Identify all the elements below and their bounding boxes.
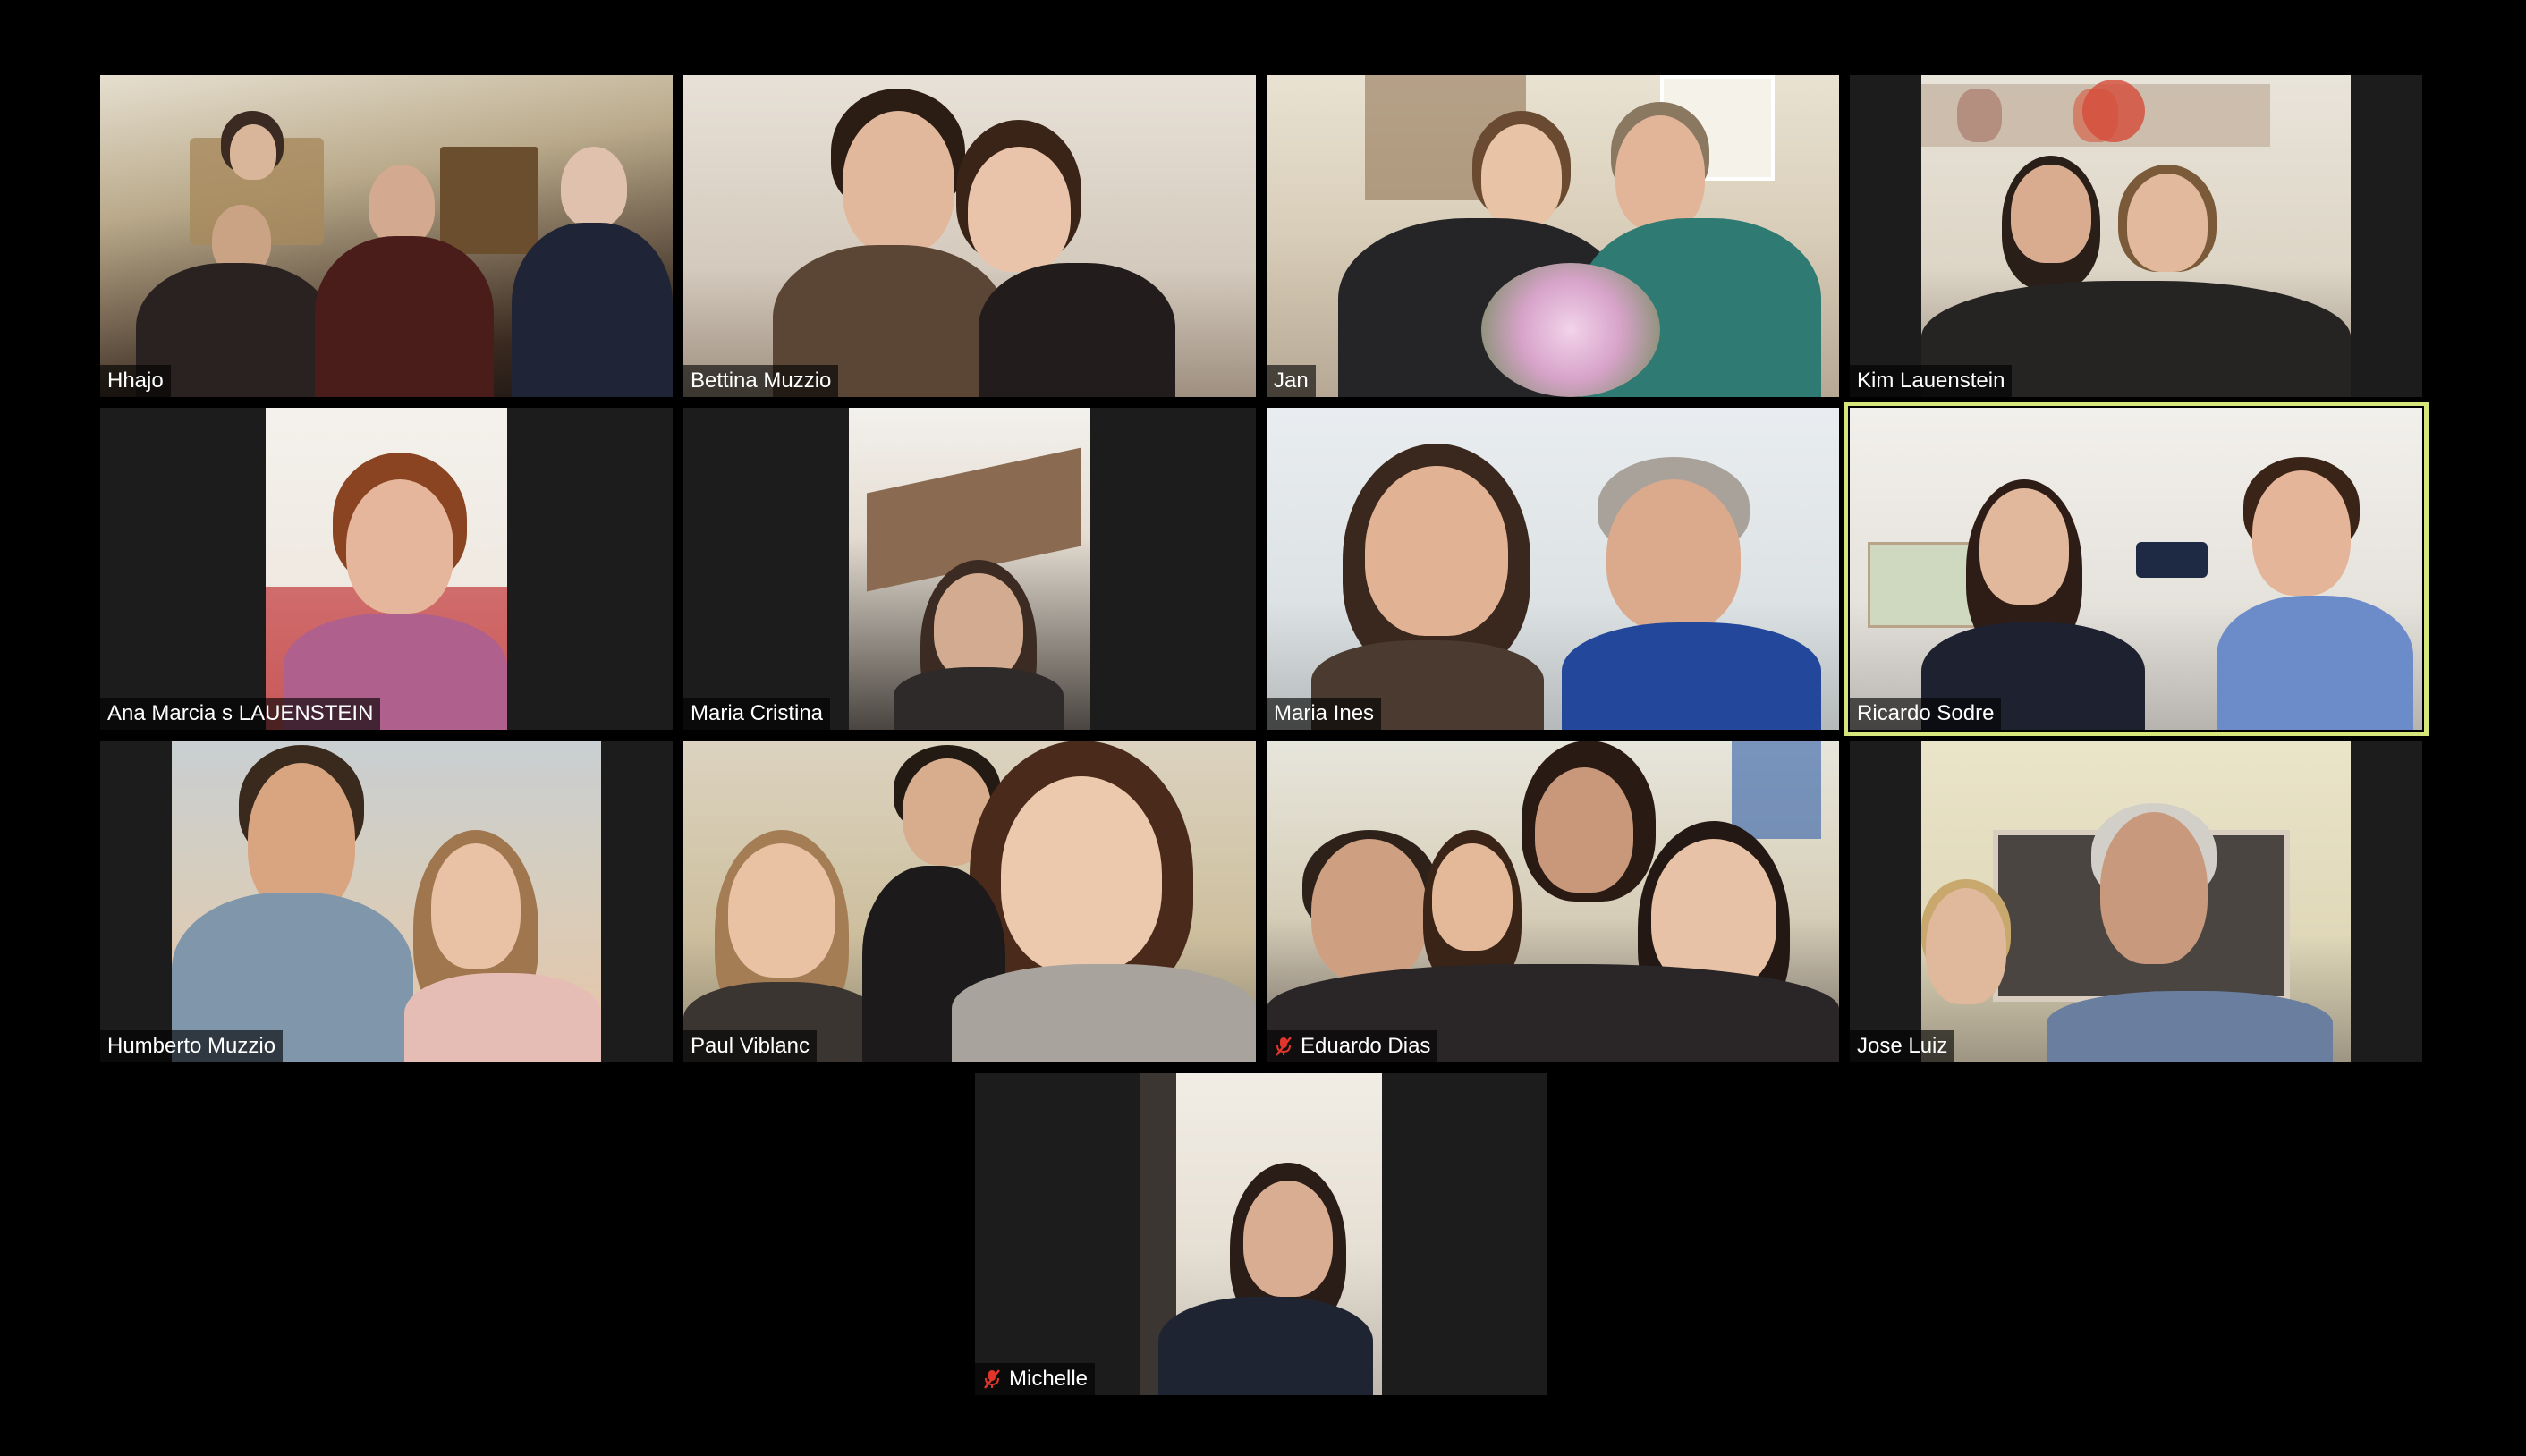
- participant-video: [1850, 408, 2422, 730]
- participant-name-label: Paul Viblanc: [683, 1030, 817, 1062]
- participant-tile-maria-cristina[interactable]: Maria Cristina: [683, 408, 1256, 730]
- participant-name-label: Humberto Muzzio: [100, 1030, 284, 1062]
- participant-tile-bettina-muzzio[interactable]: Bettina Muzzio: [683, 75, 1256, 397]
- participant-tile-paul-viblanc[interactable]: Paul Viblanc: [683, 741, 1256, 1062]
- participant-name-label: Eduardo Dias: [1267, 1030, 1438, 1062]
- participant-video: [1267, 75, 1839, 397]
- participant-video: [1140, 1073, 1382, 1395]
- participant-name-label: Jose Luiz: [1850, 1030, 1955, 1062]
- participant-video: [1267, 741, 1839, 1062]
- participant-name-label: Michelle: [975, 1363, 1096, 1395]
- participant-video: [172, 741, 601, 1062]
- microphone-muted-icon: [984, 1369, 1000, 1389]
- participant-video: [100, 75, 673, 397]
- participant-video: [1921, 741, 2351, 1062]
- participant-name-label: Maria Ines: [1267, 698, 1382, 730]
- microphone-muted-icon: [1276, 1037, 1292, 1056]
- participant-video: [683, 75, 1256, 397]
- participant-tile-ricardo-sodre[interactable]: Ricardo Sodre: [1844, 402, 2429, 736]
- participant-tile-humberto-muzzio[interactable]: Humberto Muzzio: [100, 741, 673, 1062]
- participant-tile-eduardo-dias[interactable]: Eduardo Dias: [1267, 741, 1839, 1062]
- participant-tile-ana-marcia-s-lauenstein[interactable]: Ana Marcia s LAUENSTEIN: [100, 408, 673, 730]
- participant-video: [266, 408, 507, 730]
- participant-name-label: Hhajo: [100, 365, 171, 397]
- participant-name-label: Kim Lauenstein: [1850, 365, 2013, 397]
- participant-tile-kim-lauenstein[interactable]: Kim Lauenstein: [1850, 75, 2422, 397]
- participant-name-label: Ricardo Sodre: [1850, 698, 2002, 730]
- participant-tile-michelle[interactable]: Michelle: [975, 1073, 1547, 1395]
- participant-name-label: Maria Cristina: [683, 698, 831, 730]
- participant-video: [849, 408, 1090, 730]
- participant-name-label: Bettina Muzzio: [683, 365, 839, 397]
- participant-video: [1267, 408, 1839, 730]
- video-gallery: Hhajo Bettina Muzzio Jan Kim Lauenstein …: [0, 0, 2526, 1456]
- participant-tile-jan[interactable]: Jan: [1267, 75, 1839, 397]
- participant-tile-jose-luiz[interactable]: Jose Luiz: [1850, 741, 2422, 1062]
- participant-tile-maria-ines[interactable]: Maria Ines: [1267, 408, 1839, 730]
- participant-video: [683, 741, 1256, 1062]
- participant-name-label: Ana Marcia s LAUENSTEIN: [100, 698, 381, 730]
- participant-video: [1921, 75, 2351, 397]
- participant-tile-hhajo[interactable]: Hhajo: [100, 75, 673, 397]
- participant-name-label: Jan: [1267, 365, 1316, 397]
